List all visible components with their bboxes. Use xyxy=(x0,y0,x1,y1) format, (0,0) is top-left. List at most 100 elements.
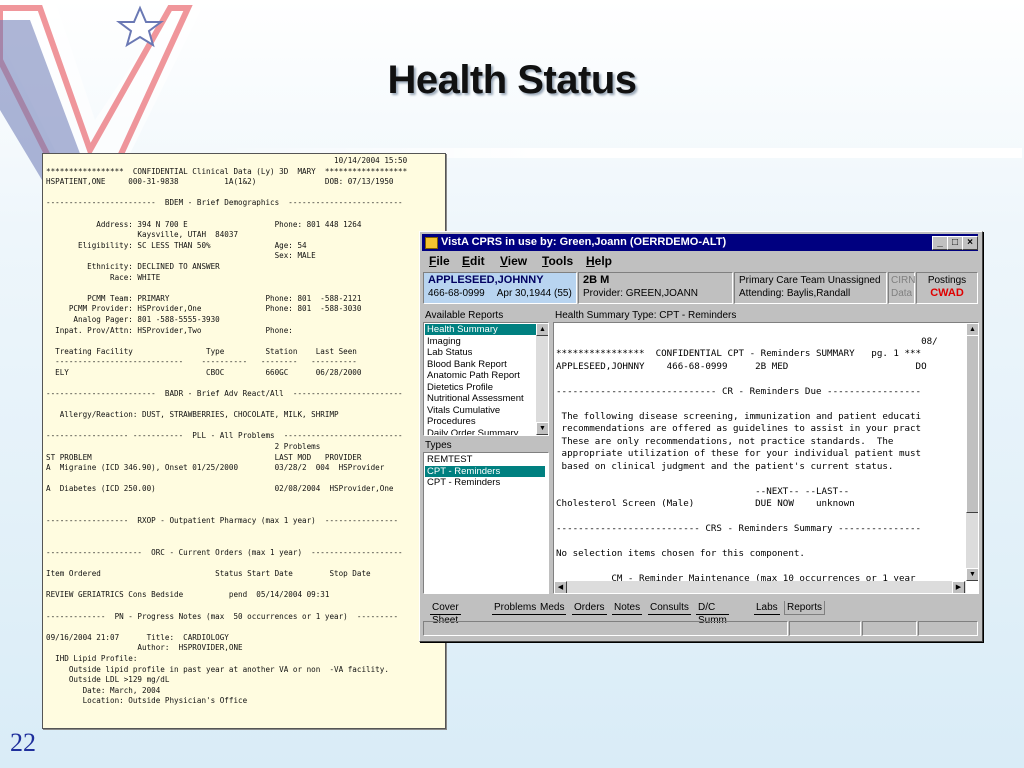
report-list-item[interactable]: Vitals Cumulative xyxy=(425,405,537,416)
terminal-line: ------------- PN - Progress Notes (max 5… xyxy=(46,611,399,621)
terminal-line: ------------------ ----------- PLL - All… xyxy=(46,431,403,441)
team-line: Primary Care Team Unassigned xyxy=(739,275,881,286)
report-line xyxy=(556,373,978,386)
terminal-line: PCMM Team: PRIMARY Phone: 801 -588-2121 xyxy=(46,293,362,303)
report-list-item[interactable]: Health Summary xyxy=(425,324,537,335)
primary-care-box[interactable]: Primary Care Team Unassigned Attending: … xyxy=(734,272,887,304)
tab-notes[interactable]: Notes xyxy=(612,601,643,615)
type-list-item[interactable]: CPT - Reminders xyxy=(425,465,545,477)
terminal-line: 2 Problems xyxy=(46,442,321,452)
reports-scrollbar[interactable]: ▲ ▼ xyxy=(536,323,548,435)
terminal-line: Date: March, 2004 xyxy=(46,685,161,695)
report-line: No selection items chosen for this compo… xyxy=(556,548,805,559)
attending-name: Baylis,Randall xyxy=(786,288,851,299)
terminal-line: Eligibility: SC LESS THAN 50% Age: 54 xyxy=(46,240,307,250)
terminal-line: Author: HSPROVIDER,ONE xyxy=(46,643,243,653)
terminal-line: Ethnicity: DECLINED TO ANSWER xyxy=(46,261,220,271)
roll-and-scroll-terminal: 10/14/2004 15:50 ***************** CONFID… xyxy=(42,153,446,729)
report-line: --NEXT-- --LAST-- xyxy=(556,485,850,497)
terminal-line: Location: Outside Physician's Office xyxy=(46,696,248,706)
cirn-data-button[interactable]: CIRN Data xyxy=(888,272,915,304)
tab-d-c-summ[interactable]: D/C Summ xyxy=(696,601,729,626)
report-scroll-down-icon[interactable]: ▼ xyxy=(966,568,978,581)
cirn-data-label: Data xyxy=(891,288,913,299)
report-type-header: Health Summary Type: CPT - Reminders xyxy=(555,310,737,321)
menu-view[interactable]: View xyxy=(500,254,527,268)
close-button[interactable]: × xyxy=(962,236,978,250)
tab-consults[interactable]: Consults xyxy=(648,601,691,615)
terminal-line: REVIEW GERIATRICS Cons Bedside pend 05/1… xyxy=(46,590,330,600)
terminal-line: A Migraine (ICD 346.90), Onset 01/25/200… xyxy=(46,463,385,473)
menu-edit[interactable]: Edit xyxy=(462,254,485,268)
available-reports-list[interactable]: Health Summary Imaging Lab Status Blood Ban… xyxy=(423,322,549,436)
patient-selector[interactable]: APPLESEED,JOHNNY 466-68-0999 Apr 30,1944 … xyxy=(423,272,577,304)
report-line xyxy=(556,398,978,411)
menu-file[interactable]: File xyxy=(429,254,450,268)
report-line xyxy=(556,511,978,524)
report-line: recommendations are offered as guideline… xyxy=(556,423,922,434)
tab-meds[interactable]: Meds xyxy=(538,601,567,615)
report-scroll-right-icon[interactable]: ▶ xyxy=(952,581,965,593)
report-text-panel[interactable]: 08/**************** CONFIDENTIAL CPT - R… xyxy=(553,322,979,594)
menu-bar: File Edit View Tools Help xyxy=(422,252,978,270)
tab-labs[interactable]: Labs xyxy=(754,601,780,615)
tab-cover-sheet[interactable]: Cover Sheet xyxy=(430,601,461,626)
report-list-item[interactable]: Daily Order Summary xyxy=(425,428,537,436)
terminal-line: IHD Lipid Profile: xyxy=(46,653,138,663)
report-list-item[interactable]: Nutritional Assessment xyxy=(425,393,537,404)
type-list-item[interactable]: CPT - Reminders xyxy=(425,477,545,488)
terminal-line: Address: 394 N 700 E Phone: 801 448 1264 xyxy=(46,219,362,229)
status-bar-cell xyxy=(789,621,861,636)
tab-orders[interactable]: Orders xyxy=(572,601,607,615)
postings-button[interactable]: Postings CWAD xyxy=(916,272,978,304)
terminal-line: --------------------- ORC - Current Orde… xyxy=(46,547,403,557)
postings-label: Postings xyxy=(927,275,967,286)
maximize-button[interactable]: □ xyxy=(947,236,963,250)
cirn-label: CIRN xyxy=(891,275,916,286)
terminal-line: Inpat. Prov/Attn: HSProvider,Two Phone: xyxy=(46,325,293,335)
report-list-item[interactable]: Blood Bank Report xyxy=(425,359,537,370)
menu-help[interactable]: Help xyxy=(586,254,612,268)
report-scroll-left-icon[interactable]: ◀ xyxy=(554,581,567,593)
window-titlebar[interactable]: VistA CPRS in use by: Green,Joann (OERRD… xyxy=(422,234,978,251)
terminal-line: Analog Pager: 801 -588-5555-3930 xyxy=(46,314,220,324)
terminal-line: ------------------------ BADR - Brief Ad… xyxy=(46,389,403,399)
tab-problems[interactable]: Problems xyxy=(492,601,539,615)
encounter-selector[interactable]: 2B M Provider: GREEN,JOANN xyxy=(578,272,733,304)
cprs-window[interactable]: VistA CPRS in use by: Green,Joann (OERRD… xyxy=(419,231,983,642)
terminal-line: Outside lipid profile in past year at an… xyxy=(46,664,389,674)
report-list-item[interactable]: Procedures xyxy=(425,416,537,427)
scroll-down-arrow-icon[interactable]: ▼ xyxy=(536,422,548,435)
report-scroll-thumb[interactable] xyxy=(966,335,978,513)
report-line: ----------------------------- CR - Remin… xyxy=(556,385,922,397)
location-room: 2B M xyxy=(583,274,610,286)
tab-reports[interactable]: Reports xyxy=(784,601,826,615)
terminal-text: 10/14/2004 15:50 ***************** CONFID… xyxy=(43,154,445,728)
report-hscrollbar[interactable]: ◀ ▶ xyxy=(554,581,966,593)
terminal-line: 09/16/2004 21:07 Title: CARDIOLOGY xyxy=(46,632,229,642)
report-list-item[interactable]: Imaging xyxy=(425,336,537,347)
type-list-item[interactable]: REMTEST xyxy=(425,454,545,465)
report-line: appropriate utilization of these for you… xyxy=(556,448,922,459)
terminal-line: Treating Facility Type Station Last Seen xyxy=(46,346,357,356)
minimize-button[interactable]: _ xyxy=(932,236,948,250)
menu-tools[interactable]: Tools xyxy=(542,254,573,268)
status-bar-cell xyxy=(862,621,917,636)
report-list-item[interactable]: Anatomic Path Report xyxy=(425,370,537,381)
report-line: **************** CONFIDENTIAL CPT - Remi… xyxy=(556,348,922,359)
report-list-item[interactable]: Lab Status xyxy=(425,347,537,358)
report-list-item[interactable]: Dietetics Profile xyxy=(425,382,537,393)
scroll-up-arrow-icon[interactable]: ▲ xyxy=(536,323,548,336)
report-vscrollbar[interactable]: ▲ ▼ xyxy=(966,323,978,581)
types-list[interactable]: REMTEST CPT - Reminders CPT - Reminders xyxy=(423,452,549,594)
